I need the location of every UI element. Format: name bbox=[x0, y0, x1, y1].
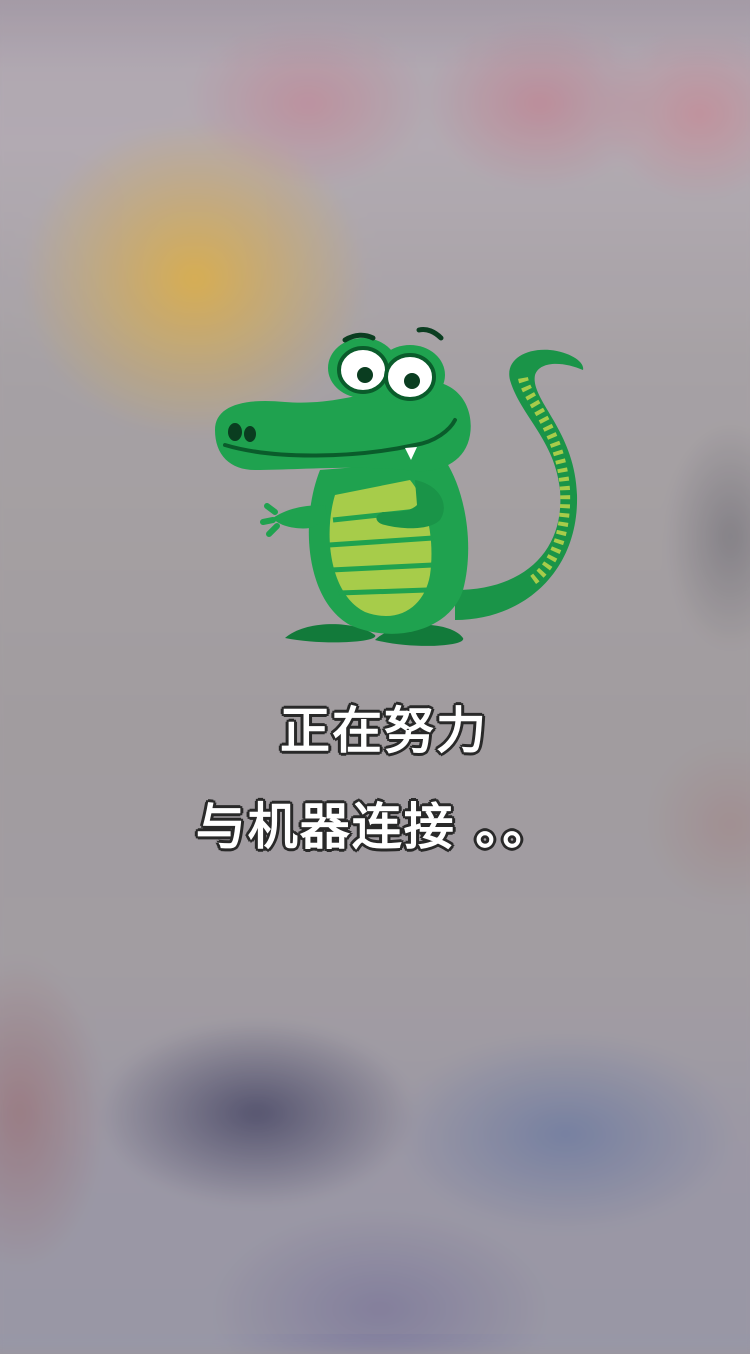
loading-message-line2: 与机器连接 。。 bbox=[195, 798, 555, 856]
background-overlay bbox=[0, 0, 750, 1334]
crocodile-mascot-icon bbox=[215, 327, 584, 646]
loading-message-line1: 正在努力 bbox=[280, 702, 488, 760]
